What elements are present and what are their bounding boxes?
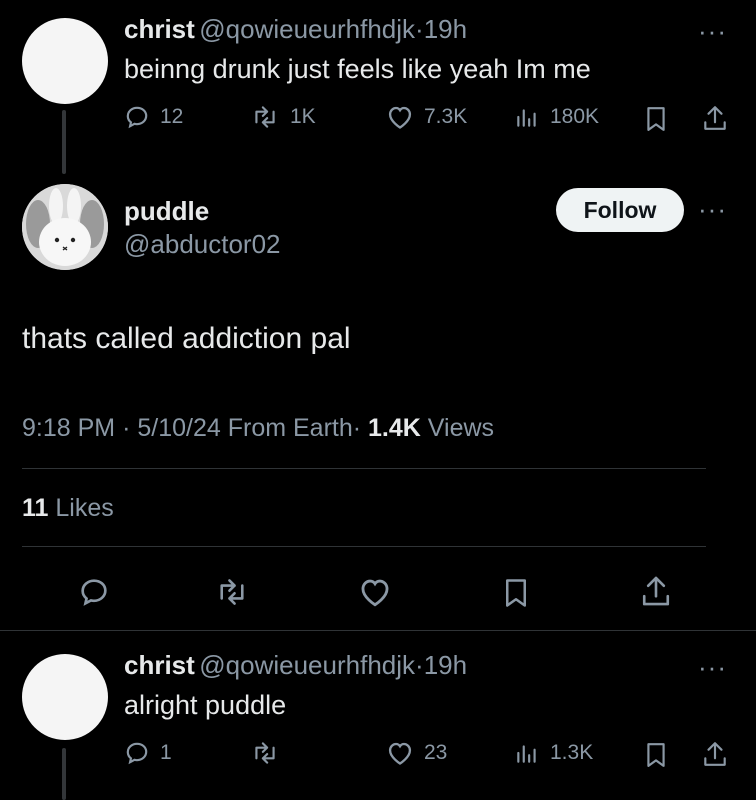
separator: · [352, 414, 362, 442]
reply-icon [126, 106, 148, 129]
repost-button[interactable]: 1K [250, 104, 316, 130]
bookmark-icon [506, 579, 526, 607]
likes-label: Likes [55, 494, 114, 522]
divider [22, 546, 706, 547]
user-handle[interactable]: @qowieueurhfhdjk [199, 650, 415, 680]
reply-count: 1 [160, 741, 172, 764]
follow-button[interactable]: Follow [556, 188, 684, 232]
analytics-icon [517, 745, 536, 763]
analytics-icon [517, 109, 536, 127]
views-count: 1.4K [368, 414, 421, 442]
repost-icon [255, 742, 275, 764]
views-label: Views [427, 414, 495, 442]
likes-count: 11 [22, 494, 49, 522]
heart-icon [388, 106, 412, 129]
post-text: thats called addiction pal [22, 322, 351, 355]
top-post-header: christ @qowieueurhfhdjk·19h [124, 14, 467, 45]
repost-button[interactable] [214, 576, 250, 613]
separator: · [415, 14, 424, 44]
heart-icon [388, 742, 412, 765]
heart-icon [361, 579, 389, 607]
user-handle[interactable]: @abductor02 [124, 229, 281, 260]
reply-icon [81, 579, 107, 606]
avatar-puddle[interactable] [22, 184, 108, 270]
share-icon [704, 742, 726, 766]
user-name[interactable]: christ [124, 650, 195, 680]
bookmark-button[interactable] [644, 742, 668, 773]
user-name[interactable]: christ [124, 14, 195, 44]
post-source: From Earth [227, 414, 353, 442]
reply-post-header: christ @qowieueurhfhdjk·19h [124, 650, 467, 681]
view-count: 180K [550, 105, 600, 128]
reply-button[interactable] [78, 576, 110, 613]
views-button[interactable]: 1.3K [514, 740, 593, 766]
bookmark-icon [647, 107, 665, 131]
reply-icon [126, 742, 148, 765]
like-button[interactable]: 7.3K [386, 104, 467, 130]
share-icon [642, 576, 670, 606]
views-button[interactable]: 180K [514, 104, 599, 130]
post-time[interactable]: 19h [424, 14, 467, 44]
share-button[interactable] [702, 104, 728, 137]
reply-button[interactable]: 1 [124, 740, 172, 766]
view-count: 1.3K [550, 741, 594, 764]
bookmark-icon [647, 743, 665, 767]
repost-icon [220, 579, 244, 605]
post-time[interactable]: 9:18 PM [22, 414, 115, 442]
reply-count: 12 [160, 105, 184, 128]
bunny-avatar-image [22, 184, 108, 270]
more-options-icon[interactable]: ··· [698, 654, 727, 680]
post-meta: 9:18 PM · 5/10/24 From Earth· 1.4K Views [22, 414, 494, 443]
post-date[interactable]: 5/10/24 [137, 414, 220, 442]
post-text: beinng drunk just feels like yeah Im me [124, 54, 591, 84]
repost-count: 1K [290, 105, 316, 128]
user-handle[interactable]: @qowieueurhfhdjk [199, 14, 415, 44]
divider [22, 468, 706, 469]
user-name[interactable]: puddle [124, 196, 209, 227]
repost-button[interactable] [250, 740, 280, 766]
bookmark-button[interactable] [502, 578, 530, 613]
post-text: alright puddle [124, 690, 287, 720]
more-options-icon[interactable]: ··· [698, 18, 727, 44]
share-button[interactable] [702, 740, 728, 773]
like-count: 7.3K [424, 105, 468, 128]
likes-summary[interactable]: 11 Likes [22, 494, 114, 523]
thread-line [62, 748, 66, 800]
reply-button[interactable]: 12 [124, 104, 183, 130]
avatar-christ[interactable] [22, 654, 108, 740]
more-options-icon[interactable]: ··· [698, 196, 727, 222]
share-button[interactable] [640, 574, 672, 613]
like-button[interactable]: 23 [386, 740, 447, 766]
repost-icon [255, 106, 275, 128]
separator: · [122, 414, 131, 442]
share-icon [704, 106, 726, 130]
avatar-christ[interactable] [22, 18, 108, 104]
like-button[interactable] [358, 576, 392, 613]
post-time[interactable]: 19h [424, 650, 467, 680]
divider [0, 630, 756, 631]
bookmark-button[interactable] [644, 106, 668, 137]
separator: · [415, 650, 424, 680]
thread-line [62, 110, 66, 174]
like-count: 23 [424, 741, 448, 764]
